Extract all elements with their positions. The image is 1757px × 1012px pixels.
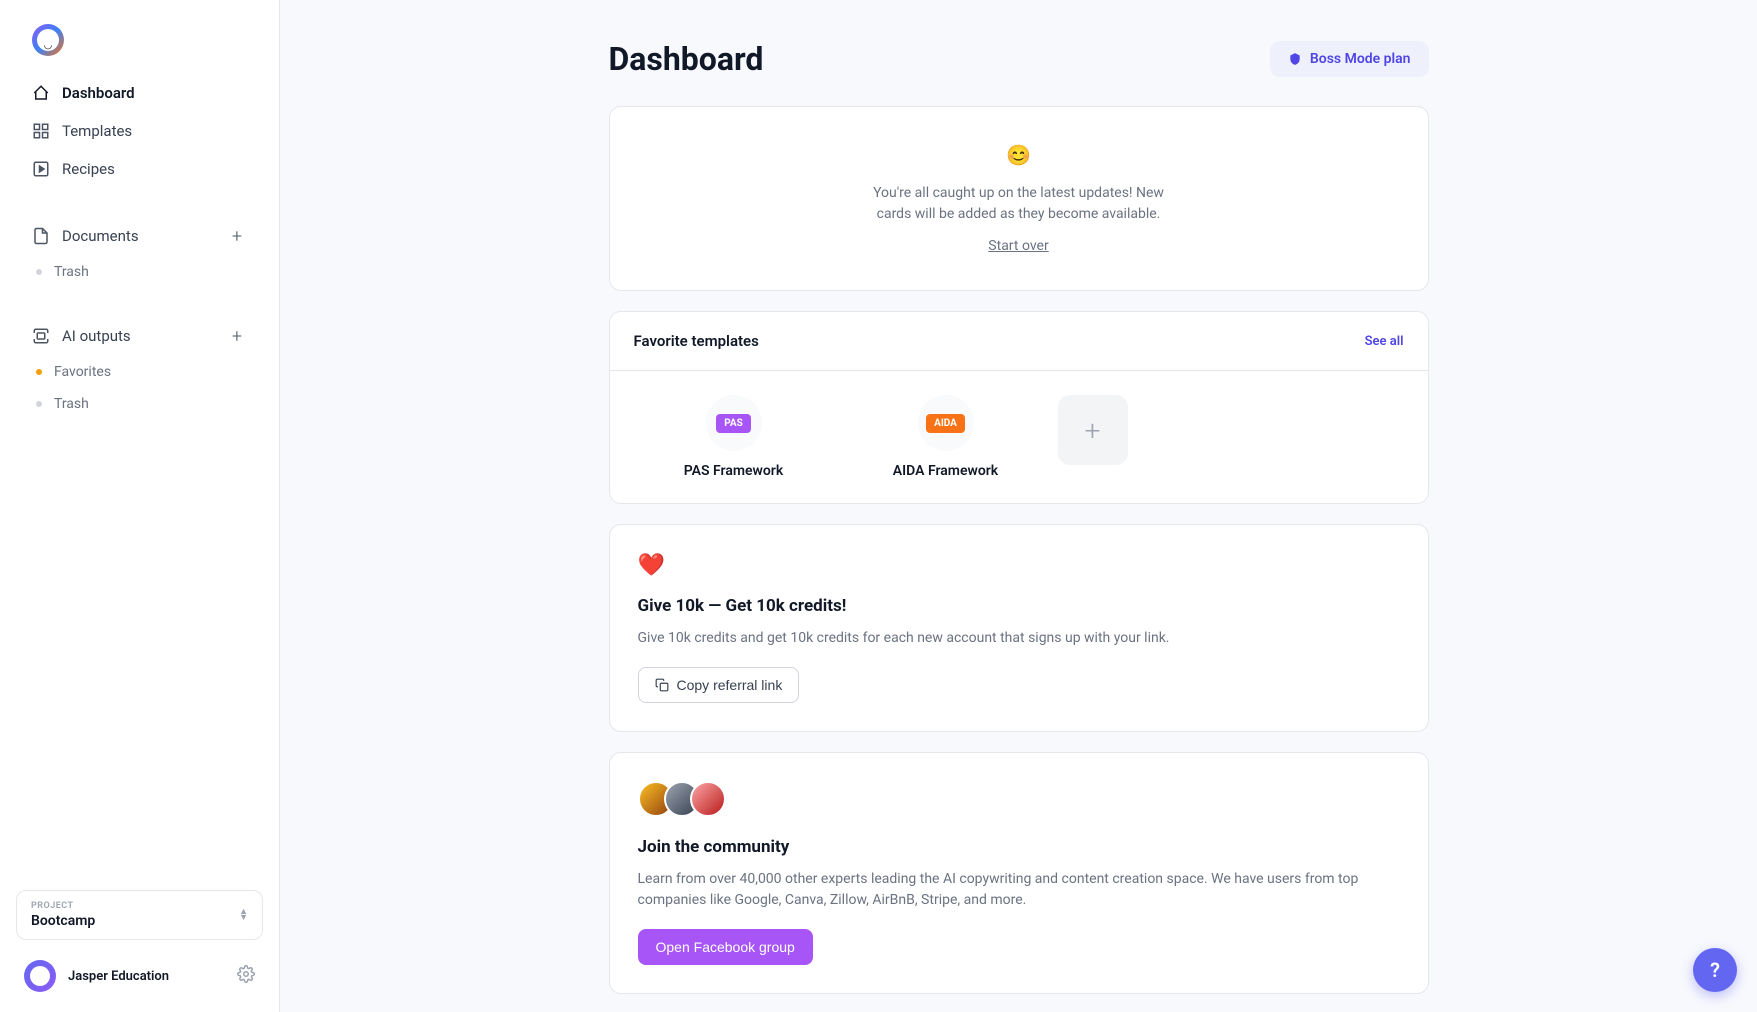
user-name: Jasper Education xyxy=(68,969,169,984)
template-item-aida[interactable]: AIDA AIDA Framework xyxy=(846,395,1046,479)
project-name: Bootcamp xyxy=(31,913,95,929)
sidebar-subitem-ai-trash[interactable]: Trash xyxy=(16,390,263,418)
add-output-button[interactable]: + xyxy=(227,326,247,346)
sidebar-item-dashboard[interactable]: Dashboard xyxy=(16,76,263,110)
sidebar-item-label: Dashboard xyxy=(62,84,135,102)
sidebar-section-documents[interactable]: Documents + xyxy=(16,218,263,254)
sidebar-item-label: Templates xyxy=(62,122,132,140)
card-referral: ❤️ Give 10k — Get 10k credits! Give 10k … xyxy=(609,524,1429,732)
card-header: Favorite templates See all xyxy=(610,312,1428,371)
shield-icon xyxy=(1288,52,1302,66)
grid-icon xyxy=(32,122,50,140)
template-name: PAS Framework xyxy=(684,463,784,479)
main: Dashboard Boss Mode plan 😊 You're all ca… xyxy=(280,0,1757,1012)
sidebar-item-label: Documents xyxy=(62,227,139,245)
add-document-button[interactable]: + xyxy=(227,226,247,246)
template-name: AIDA Framework xyxy=(893,463,998,479)
caught-up-text: You're all caught up on the latest updat… xyxy=(859,183,1179,225)
user-profile[interactable]: Jasper Education xyxy=(24,960,169,992)
start-over-link[interactable]: Start over xyxy=(988,238,1048,254)
project-selector[interactable]: PROJECT Bootcamp ▲▼ xyxy=(16,890,263,940)
heart-icon: ❤️ xyxy=(638,553,1400,578)
primary-nav: Dashboard Templates Recipes Documents + xyxy=(16,76,263,418)
user-row: Jasper Education xyxy=(16,956,263,996)
app-logo[interactable]: ◡ xyxy=(32,24,64,56)
community-desc: Learn from over 40,000 other experts lea… xyxy=(638,869,1400,911)
sidebar-item-label: Recipes xyxy=(62,160,115,178)
avatar-stack xyxy=(638,781,1400,817)
gear-icon xyxy=(237,965,255,983)
dot-icon xyxy=(36,369,42,375)
sidebar-subitem-ai-favorites[interactable]: Favorites xyxy=(16,358,263,386)
copy-referral-button[interactable]: Copy referral link xyxy=(638,667,800,703)
project-label: PROJECT xyxy=(31,901,95,911)
output-icon xyxy=(32,327,50,345)
see-all-link[interactable]: See all xyxy=(1365,334,1404,349)
sidebar-item-templates[interactable]: Templates xyxy=(16,114,263,148)
page-title: Dashboard xyxy=(609,40,764,78)
home-icon xyxy=(32,84,50,102)
card-community: Join the community Learn from over 40,00… xyxy=(609,752,1429,994)
referral-desc: Give 10k credits and get 10k credits for… xyxy=(638,628,1400,649)
sidebar-item-label: Trash xyxy=(54,396,89,412)
sidebar-item-recipes[interactable]: Recipes xyxy=(16,152,263,186)
help-button[interactable]: ? xyxy=(1693,948,1737,992)
sidebar-item-label: AI outputs xyxy=(62,327,131,345)
document-icon xyxy=(32,227,50,245)
sidebar: ◡ Dashboard Templates Recipes xyxy=(0,0,280,1012)
sidebar-section-ai-outputs[interactable]: AI outputs + xyxy=(16,318,263,354)
plan-badge[interactable]: Boss Mode plan xyxy=(1270,41,1429,77)
dot-icon xyxy=(36,269,42,275)
logo-container: ◡ xyxy=(16,24,263,76)
content: Dashboard Boss Mode plan 😊 You're all ca… xyxy=(609,0,1429,1012)
plan-label: Boss Mode plan xyxy=(1310,51,1411,67)
sidebar-subitem-documents-trash[interactable]: Trash xyxy=(16,258,263,286)
card-caught-up: 😊 You're all caught up on the latest upd… xyxy=(609,106,1429,291)
template-grid: PAS PAS Framework AIDA AIDA Framework + xyxy=(610,371,1428,503)
template-item-pas[interactable]: PAS PAS Framework xyxy=(634,395,834,479)
header: Dashboard Boss Mode plan xyxy=(609,40,1429,78)
community-title: Join the community xyxy=(638,837,1400,857)
sidebar-bottom: PROJECT Bootcamp ▲▼ Jasper Education xyxy=(16,890,263,996)
chevron-updown-icon: ▲▼ xyxy=(239,909,248,921)
referral-title: Give 10k — Get 10k credits! xyxy=(638,596,1400,616)
community-avatar xyxy=(690,781,726,817)
sidebar-item-label: Trash xyxy=(54,264,89,280)
play-icon xyxy=(32,160,50,178)
smile-icon: 😊 xyxy=(1006,143,1031,167)
section-title: Favorite templates xyxy=(634,332,759,350)
settings-button[interactable] xyxy=(237,965,255,987)
open-facebook-button[interactable]: Open Facebook group xyxy=(638,929,813,965)
dot-icon xyxy=(36,401,42,407)
copy-icon xyxy=(655,678,669,692)
template-icon: PAS xyxy=(706,395,762,451)
card-favorite-templates: Favorite templates See all PAS PAS Frame… xyxy=(609,311,1429,504)
add-template-button[interactable]: + xyxy=(1058,395,1128,465)
template-icon: AIDA xyxy=(918,395,974,451)
avatar xyxy=(24,960,56,992)
sidebar-item-label: Favorites xyxy=(54,364,111,380)
